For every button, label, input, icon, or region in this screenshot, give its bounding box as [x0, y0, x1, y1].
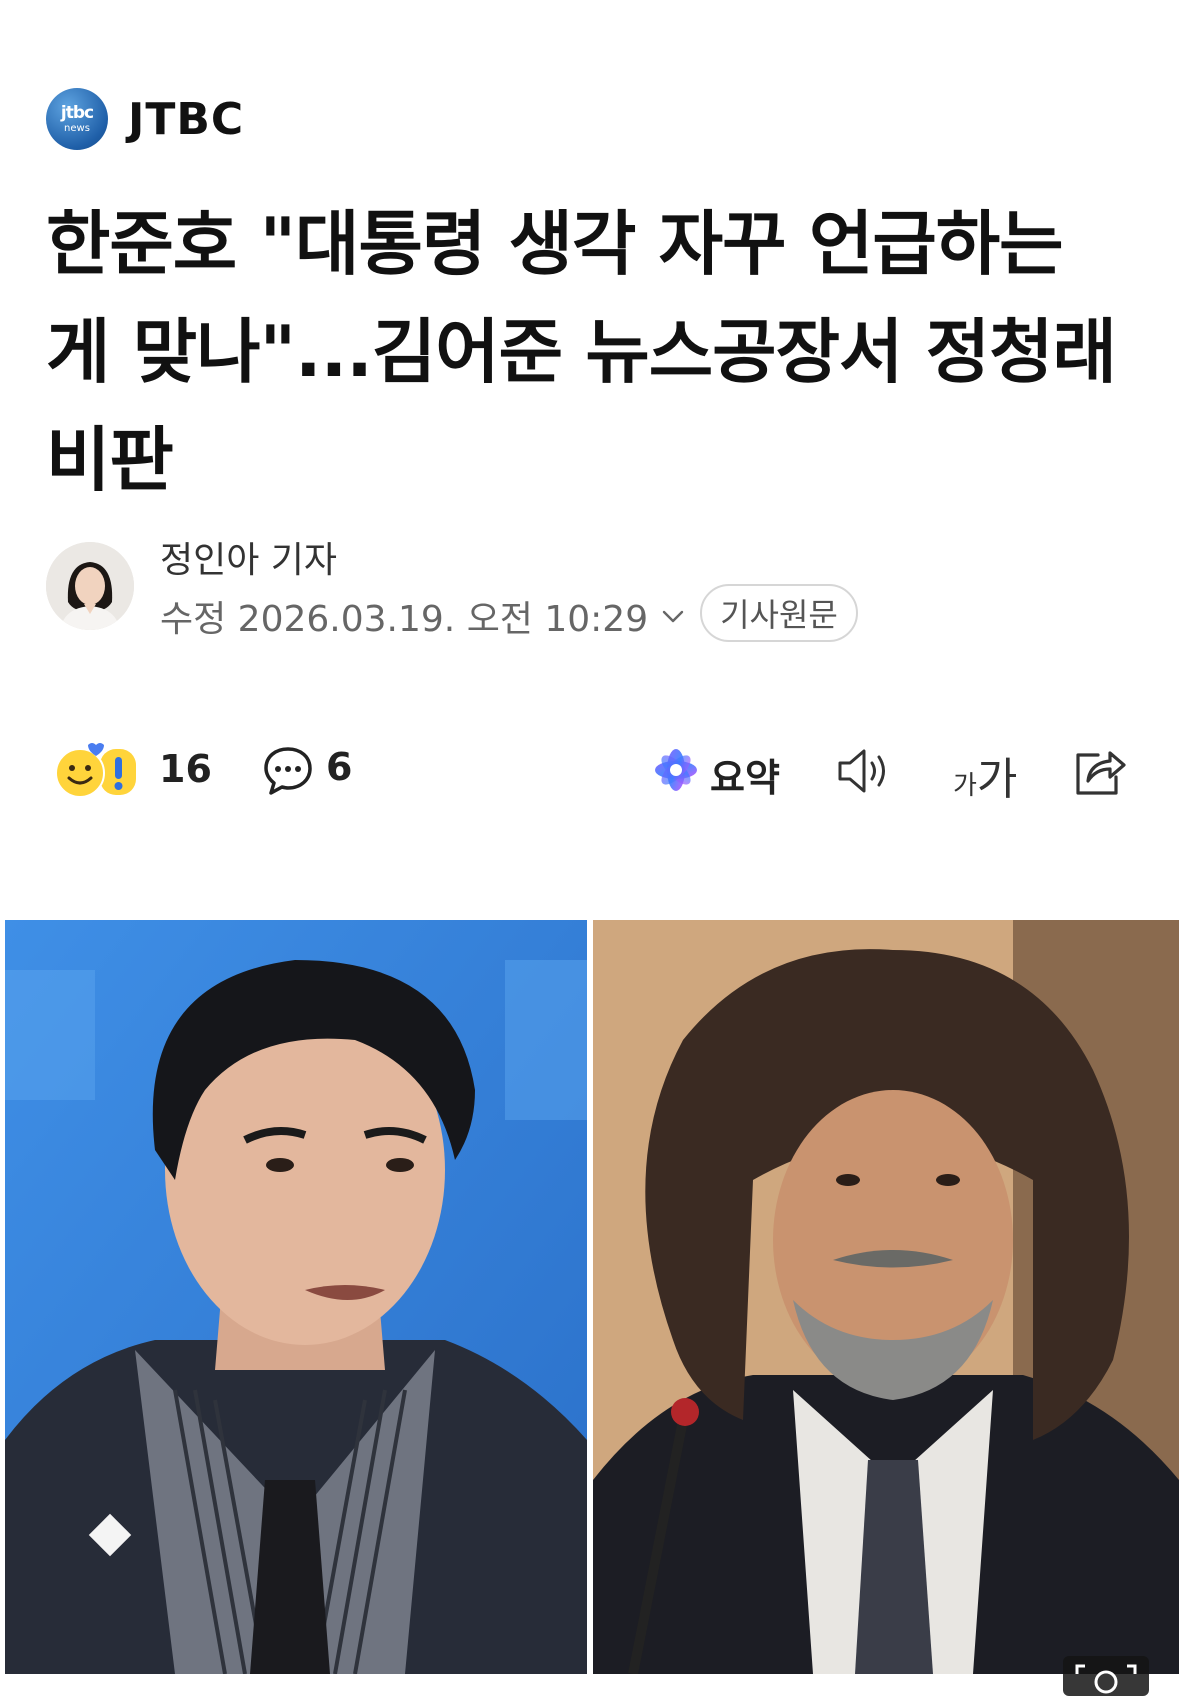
reaction-count: 16 — [159, 747, 212, 791]
photo-right-portrait — [593, 920, 1179, 1674]
font-size-small-glyph: 가 — [953, 771, 977, 801]
comment-count[interactable]: 6 — [326, 745, 352, 789]
article-photo[interactable] — [5, 920, 1179, 1674]
article-date: 수정 2026.03.19. 오전 10:29 — [160, 599, 649, 640]
press-header[interactable]: jtbc news JTBC — [46, 88, 244, 150]
chevron-down-icon[interactable] — [660, 603, 686, 629]
comment-icon[interactable] — [262, 745, 314, 797]
press-name[interactable]: JTBC — [128, 94, 244, 145]
reporter-avatar[interactable] — [46, 542, 134, 630]
reaction-button[interactable] — [52, 743, 144, 799]
speaker-icon[interactable] — [836, 745, 894, 797]
font-size-large-glyph: 가 — [976, 754, 1018, 805]
jtbc-news-logo[interactable]: jtbc news — [46, 88, 108, 150]
reaction-emoji-icon — [55, 743, 136, 798]
logo-text-jtbc: jtbc — [60, 102, 94, 123]
share-icon[interactable] — [1070, 743, 1128, 799]
summary-label[interactable]: 요약 — [710, 747, 780, 802]
font-size-icon[interactable]: 가가 — [953, 743, 1017, 807]
article-date-row[interactable]: 수정 2026.03.19. 오전 10:29 — [160, 590, 686, 642]
article-action-bar: 16 6 요약 가가 — [0, 735, 1179, 805]
photo-left-portrait — [5, 920, 587, 1674]
original-article-button[interactable]: 기사원문 — [700, 584, 858, 642]
zoom-icon[interactable] — [1063, 1656, 1149, 1696]
reporter-name[interactable]: 정인아 기자 — [160, 531, 337, 583]
logo-text-news: news — [64, 122, 90, 134]
article-headline: 한준호 "대통령 생각 자꾸 언급하는 게 맞나"...김어준 뉴스공장서 정청… — [46, 203, 1117, 501]
ai-summary-icon[interactable] — [652, 746, 700, 794]
